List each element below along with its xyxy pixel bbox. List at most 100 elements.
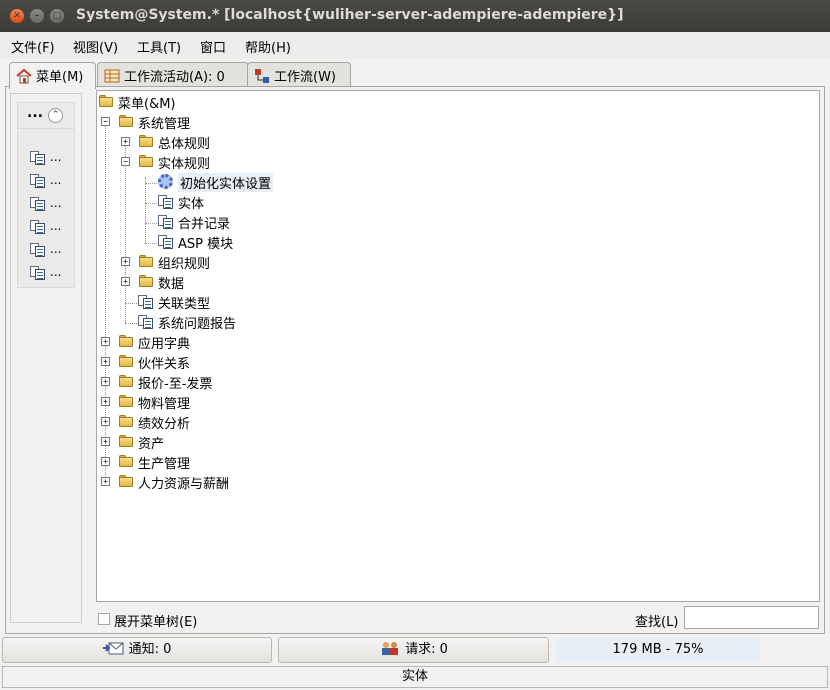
main-panel: ... ⌃ ... ... ... ... ... ... 菜单(&M) − 系… bbox=[5, 86, 825, 634]
tree-node-data[interactable]: + 数据 bbox=[97, 271, 297, 292]
expand-node-icon[interactable]: + bbox=[101, 417, 110, 426]
expand-node-icon[interactable]: + bbox=[101, 477, 110, 486]
expand-node-icon[interactable]: + bbox=[121, 277, 130, 286]
tree-node-label: 实体 bbox=[178, 197, 205, 212]
folder-open-icon bbox=[118, 114, 134, 128]
tree-node-entity-rules[interactable]: − 实体规则 bbox=[97, 151, 297, 172]
shortcut-entry[interactable]: ... bbox=[30, 195, 70, 213]
tab-workflow-label: 工作流(W) bbox=[274, 70, 336, 85]
collapse-node-icon[interactable]: − bbox=[121, 157, 130, 166]
expand-node-icon[interactable]: + bbox=[121, 137, 130, 146]
menu-file[interactable]: 文件(F) bbox=[11, 37, 55, 56]
minimize-window-button[interactable]: – bbox=[30, 9, 44, 23]
window-doc-icon bbox=[138, 313, 154, 329]
tree-node-application-dictionary[interactable]: + 应用字典 bbox=[97, 331, 297, 352]
window-doc-icon bbox=[158, 233, 174, 249]
shortcut-panel: ... ⌃ ... ... ... ... ... ... bbox=[10, 93, 82, 623]
tree-node-partner-relations[interactable]: + 伙伴关系 bbox=[97, 351, 297, 372]
tree-node-org-rules[interactable]: + 组织规则 bbox=[97, 251, 297, 272]
shortcut-entry-label: ... bbox=[50, 219, 62, 233]
tree-node-system-admin[interactable]: − 系统管理 bbox=[97, 111, 297, 132]
shortcut-group: ... ⌃ ... ... ... ... ... ... bbox=[17, 102, 75, 288]
window-doc-icon bbox=[30, 149, 46, 165]
window-doc-icon bbox=[158, 213, 174, 229]
maximize-window-button[interactable]: □ bbox=[50, 9, 64, 23]
expand-node-icon[interactable]: + bbox=[101, 357, 110, 366]
tree-node-performance-analysis[interactable]: + 绩效分析 bbox=[97, 411, 297, 432]
collapse-node-icon[interactable]: − bbox=[101, 117, 110, 126]
menu-window[interactable]: 窗口 bbox=[200, 37, 226, 56]
tree-node-general-rules[interactable]: + 总体规则 bbox=[97, 131, 297, 152]
tree-node-system-issue-report[interactable]: 系统问题报告 bbox=[97, 311, 297, 332]
folder-icon bbox=[118, 334, 134, 348]
find-input[interactable] bbox=[684, 606, 819, 629]
expand-tree-label: 展开菜单树(E) bbox=[114, 615, 198, 630]
menu-help[interactable]: 帮助(H) bbox=[245, 37, 291, 56]
tree-node-hr-payroll[interactable]: + 人力资源与薪酬 bbox=[97, 471, 297, 492]
tree-node-assets[interactable]: + 资产 bbox=[97, 431, 297, 452]
shortcut-entry[interactable]: ... bbox=[30, 264, 70, 282]
expand-node-icon[interactable]: + bbox=[101, 397, 110, 406]
menu-tools[interactable]: 工具(T) bbox=[137, 37, 181, 56]
folder-icon bbox=[118, 414, 134, 428]
folder-icon bbox=[118, 374, 134, 388]
tree-node-label: 报价-至-发票 bbox=[138, 377, 213, 392]
expand-tree-checkbox[interactable] bbox=[98, 613, 110, 625]
memory-indicator[interactable]: 179 MB - 75% bbox=[556, 638, 760, 662]
request-people-icon bbox=[379, 640, 401, 656]
folder-icon bbox=[118, 474, 134, 488]
shortcut-entry[interactable]: ... bbox=[30, 218, 70, 236]
close-window-button[interactable]: ✕ bbox=[10, 9, 24, 23]
folder-icon bbox=[118, 434, 134, 448]
requests-button[interactable]: 请求: 0 bbox=[278, 637, 549, 663]
expand-node-icon[interactable]: + bbox=[101, 457, 110, 466]
tree-node-relation-type[interactable]: 关联类型 bbox=[97, 291, 297, 312]
status-line: 实体 bbox=[2, 666, 828, 688]
tree-node-label: 人力资源与薪酬 bbox=[138, 477, 230, 492]
window-doc-icon bbox=[30, 195, 46, 211]
shortcut-entry[interactable]: ... bbox=[30, 149, 70, 167]
tree-node-label: 伙伴关系 bbox=[138, 357, 191, 372]
shortcut-group-header: ... ⌃ bbox=[18, 103, 74, 129]
tree-node-root[interactable]: 菜单(&M) bbox=[97, 91, 297, 112]
home-icon bbox=[16, 68, 32, 84]
menu-tree[interactable]: 菜单(&M) − 系统管理 + 总体规则 − 实体规则 初始化实体设置 实体 合… bbox=[96, 90, 820, 602]
tree-node-asp-module[interactable]: ASP 模块 bbox=[97, 231, 297, 252]
collapse-icon[interactable]: ⌃ bbox=[48, 108, 63, 123]
tree-node-label: 绩效分析 bbox=[138, 417, 191, 432]
folder-icon bbox=[138, 134, 154, 148]
tree-node-material-management[interactable]: + 物料管理 bbox=[97, 391, 297, 412]
tab-menu[interactable]: 菜单(M) bbox=[9, 62, 96, 89]
workflow-icon bbox=[254, 68, 270, 84]
shortcut-entry-label: ... bbox=[50, 173, 62, 187]
tree-node-manufacturing[interactable]: + 生产管理 bbox=[97, 451, 297, 472]
tree-node-label: 资产 bbox=[138, 437, 165, 452]
expand-node-icon[interactable]: + bbox=[101, 437, 110, 446]
tree-node-merge-records[interactable]: 合并记录 bbox=[97, 211, 297, 232]
tree-node-label: 物料管理 bbox=[138, 397, 191, 412]
title-bar: ✕ – □ System@System.* [localhost{wuliher… bbox=[0, 0, 830, 32]
shortcut-entry[interactable]: ... bbox=[30, 172, 70, 190]
table-icon bbox=[104, 68, 120, 84]
shortcut-entry-label: ... bbox=[50, 196, 62, 210]
menu-view[interactable]: 视图(V) bbox=[73, 37, 118, 56]
tab-workflow-activities[interactable]: 工作流活动(A): 0 bbox=[97, 62, 249, 88]
expand-node-icon[interactable]: + bbox=[101, 377, 110, 386]
shortcut-entry-label: ... bbox=[50, 265, 62, 279]
shortcut-group-title: ... bbox=[27, 105, 43, 121]
gear-icon bbox=[158, 174, 173, 189]
expand-node-icon[interactable]: + bbox=[101, 337, 110, 346]
window-doc-icon bbox=[158, 193, 174, 209]
tree-node-label: 总体规则 bbox=[158, 137, 211, 152]
tab-workflow[interactable]: 工作流(W) bbox=[247, 62, 351, 88]
shortcut-entry[interactable]: ... bbox=[30, 241, 70, 259]
tree-node-init-entity-setup[interactable]: 初始化实体设置 bbox=[97, 171, 317, 192]
window-doc-icon bbox=[30, 241, 46, 257]
notices-button[interactable]: 通知: 0 bbox=[2, 637, 272, 663]
folder-open-icon bbox=[98, 94, 114, 108]
find-label: 查找(L) bbox=[635, 615, 679, 630]
expand-node-icon[interactable]: + bbox=[121, 257, 130, 266]
tree-node-entity[interactable]: 实体 bbox=[97, 191, 297, 212]
tree-node-quote-to-invoice[interactable]: + 报价-至-发票 bbox=[97, 371, 297, 392]
tree-node-label: 初始化实体设置 bbox=[178, 173, 274, 192]
